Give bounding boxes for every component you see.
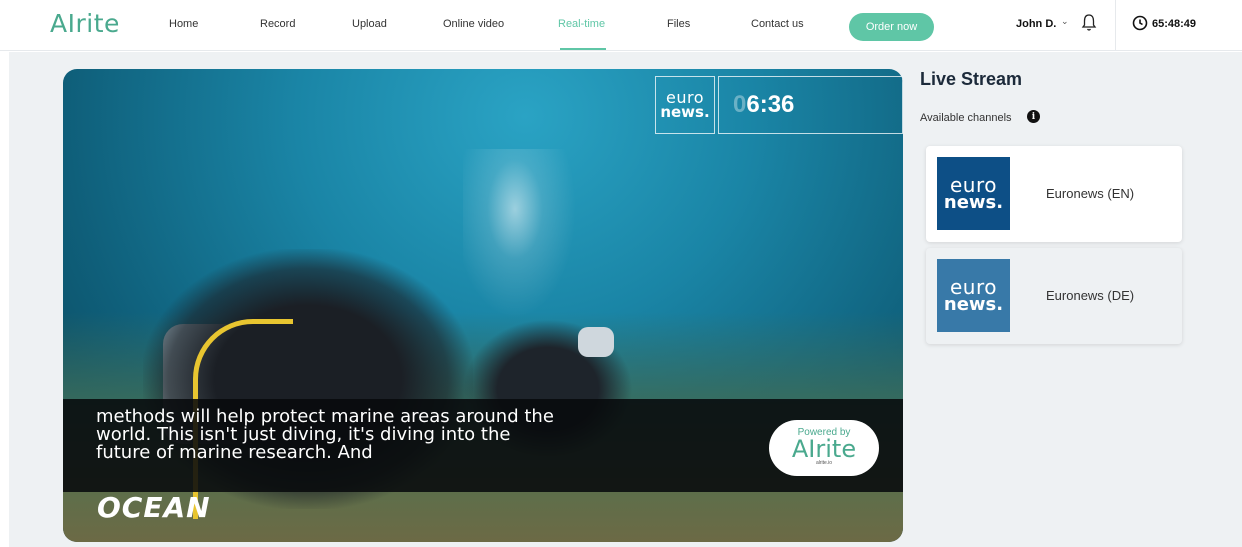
session-timer: 65:48:49 <box>1152 18 1197 30</box>
broadcast-clock: 0 6:36 <box>718 76 903 134</box>
channel-thumb-line1: euro <box>950 172 997 197</box>
clock-icon <box>1132 15 1148 31</box>
powered-by-badge: Powered by AIrite alrite.io <box>769 420 879 476</box>
broadcast-clock-dim-digit: 0 <box>733 91 747 118</box>
nav-upload[interactable]: Upload <box>352 18 387 30</box>
channel-card-euronews-de[interactable]: euro news. Euronews (DE) <box>926 248 1182 344</box>
top-navbar: AIrite Home Record Upload Online video R… <box>0 0 1242 51</box>
live-stream-title: Live Stream <box>920 69 1023 89</box>
nav-home[interactable]: Home <box>169 18 198 30</box>
channel-name: Euronews (EN) <box>1046 186 1135 201</box>
nav-files[interactable]: Files <box>667 18 690 30</box>
video-lower-text: OCEAN <box>97 491 211 524</box>
channel-thumb-line2: news. <box>943 293 1004 315</box>
channel-thumb-line2: news. <box>943 191 1004 213</box>
live-caption: methods will help protect marine areas a… <box>96 406 554 463</box>
available-channels-label: Available channels <box>920 112 1012 124</box>
video-frame-mask <box>578 327 614 357</box>
nav-online-video[interactable]: Online video <box>443 18 504 30</box>
nav-divider <box>1115 0 1116 51</box>
chevron-down-icon[interactable]: ⌄ <box>1061 16 1069 27</box>
channel-name: Euronews (DE) <box>1046 288 1135 303</box>
channel-card-euronews-en[interactable]: euro news. Euronews (EN) <box>926 146 1182 242</box>
nav-real-time[interactable]: Real-time <box>558 18 605 30</box>
video-player[interactable]: euro news. 0 6:36 methods will help prot… <box>63 69 903 542</box>
powered-by-url: alrite.io <box>815 460 833 466</box>
powered-by-logo: AIrite <box>791 435 857 463</box>
broadcaster-logo-line2: news. <box>660 103 710 121</box>
nav-record[interactable]: Record <box>260 18 295 30</box>
nav-contact-us[interactable]: Contact us <box>751 18 804 30</box>
broadcast-clock-time: 6:36 <box>746 91 795 118</box>
active-tab-indicator <box>560 48 606 50</box>
channel-thumbnail: euro news. <box>937 259 1010 332</box>
broadcaster-logo: euro news. <box>655 76 715 134</box>
bell-icon[interactable] <box>1081 13 1097 33</box>
order-now-button[interactable]: Order now <box>849 13 934 41</box>
info-icon[interactable]: i <box>1027 110 1040 123</box>
channel-thumbnail: euro news. <box>937 157 1010 230</box>
user-menu[interactable]: John D. <box>1016 18 1056 30</box>
app-logo[interactable]: AIrite <box>50 9 120 38</box>
channel-thumb-line1: euro <box>950 274 997 299</box>
